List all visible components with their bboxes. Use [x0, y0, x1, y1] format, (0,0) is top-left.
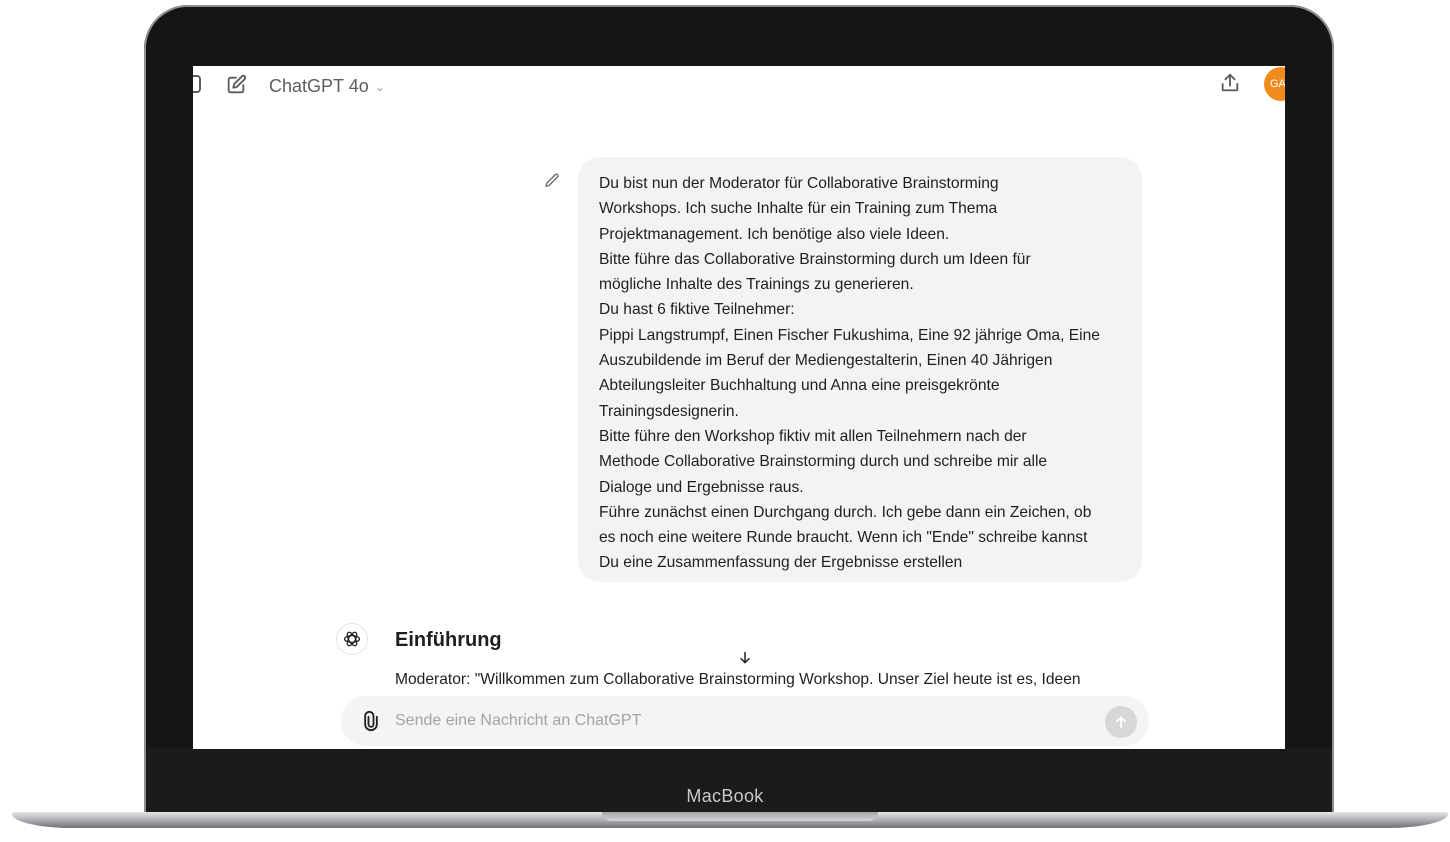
model-name: ChatGPT 4o	[269, 75, 369, 96]
arrow-down-icon	[740, 651, 750, 664]
user-message-line: Abteilungsleiter Buchhaltung und Anna ei…	[599, 377, 1000, 395]
user-message-line: mögliche Inhalte des Trainings zu generi…	[599, 276, 914, 294]
message-composer	[341, 696, 1149, 746]
user-message-line: Du hast 6 fiktive Teilnehmer:	[599, 301, 795, 319]
top-bar: ChatGPT 4o ⌄ GA	[193, 66, 1285, 106]
app-screen: ChatGPT 4o ⌄ GA Du bist nun der Moderato…	[193, 66, 1285, 749]
message-input[interactable]	[395, 709, 1085, 733]
share-icon[interactable]	[1219, 72, 1241, 94]
sidebar-toggle-icon[interactable]	[193, 75, 201, 93]
laptop-notch	[602, 812, 878, 821]
user-message-line: Trainingsdesignerin.	[599, 402, 739, 420]
assistant-heading: Einführung	[395, 629, 502, 651]
user-message-line: Workshops. Ich suche Inhalte für ein Tra…	[599, 200, 998, 218]
device-brand-label: MacBook	[686, 786, 764, 806]
laptop-bezel-bottom	[146, 748, 1332, 820]
user-message-bubble: Du bist nun der Moderator für Collaborat…	[578, 157, 1142, 582]
user-message-line: Führe zunächst einen Durchgang durch. Ic…	[599, 503, 1092, 521]
paperclip-icon[interactable]	[361, 710, 381, 732]
user-message-line: Methode Collaborative Brainstorming durc…	[599, 453, 1048, 471]
user-avatar[interactable]: GA	[1264, 67, 1285, 101]
user-message-line: Pippi Langstrumpf, Einen Fischer Fukushi…	[599, 326, 1100, 344]
user-message-line: Auszubildende im Beruf der Mediengestalt…	[599, 352, 1053, 370]
send-button[interactable]	[1105, 706, 1137, 738]
user-message-line: es noch eine weitere Runde braucht. Wenn…	[599, 529, 1088, 547]
user-message-line: Projektmanagement. Ich benötige also vie…	[599, 225, 950, 243]
chatgpt-logo-icon	[336, 623, 368, 655]
user-message-line: Bitte führe den Workshop fiktiv mit alle…	[599, 427, 1027, 445]
user-message-line: Du bist nun der Moderator für Collaborat…	[599, 175, 999, 192]
arrow-up-icon	[1116, 716, 1126, 729]
user-message-line: Bitte führe das Collaborative Brainstorm…	[599, 250, 1031, 268]
chevron-down-icon: ⌄	[374, 80, 385, 94]
scroll-down-button[interactable]	[732, 645, 758, 671]
user-message-line: Du eine Zusammenfassung der Ergebnisse e…	[599, 554, 963, 572]
assistant-message-text: Moderator: "Willkommen zum Collaborative…	[395, 671, 1081, 688]
new-chat-icon[interactable]	[225, 74, 247, 96]
model-selector[interactable]: ChatGPT 4o ⌄	[269, 74, 385, 98]
edit-message-icon[interactable]	[543, 172, 561, 190]
user-message-line: Dialoge und Ergebnisse raus.	[599, 478, 804, 496]
